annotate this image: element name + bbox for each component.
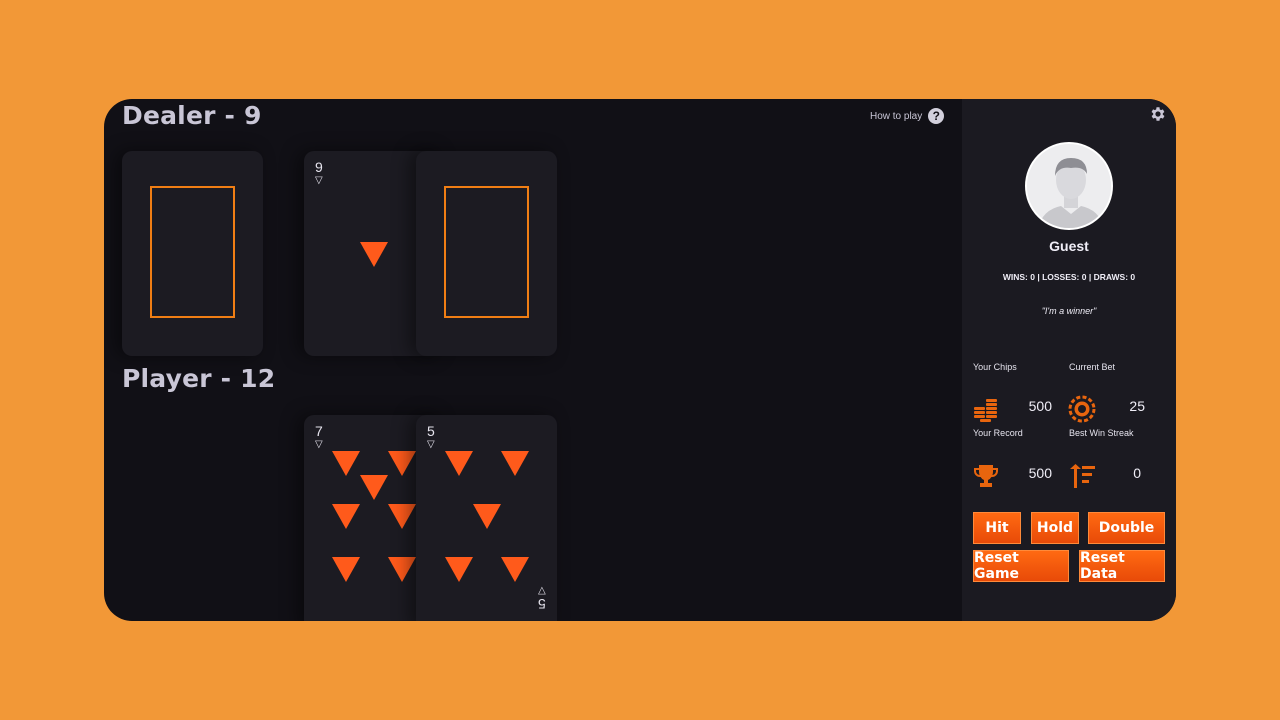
suit-icon: ▽ <box>427 439 435 450</box>
pip-icon <box>501 451 529 476</box>
record-value: 500 <box>1028 465 1052 481</box>
how-to-play-label: How to play <box>870 110 923 122</box>
card-rank: 5 <box>427 423 435 439</box>
player-quote: "I'm a winner" <box>1041 306 1097 316</box>
card-corner-bottom: 5 ▽ <box>538 583 546 612</box>
pip-icon <box>332 557 360 582</box>
win-streak-value: 0 <box>1133 465 1141 481</box>
avatar <box>1025 142 1113 230</box>
card-corner-top: 9 ▽ <box>315 160 323 188</box>
pip-icon <box>445 557 473 582</box>
help-icon: ? <box>928 108 945 124</box>
win-streak-label: Best Win Streak <box>1069 428 1134 438</box>
reset-game-button[interactable]: Reset Game <box>973 550 1069 582</box>
suit-icon: ▽ <box>315 175 323 186</box>
player-title: Player - 12 <box>122 364 276 393</box>
card-rank: 5 <box>538 596 546 612</box>
pip-icon <box>388 451 416 476</box>
pip-icon <box>388 504 416 529</box>
current-bet-value: 25 <box>1129 398 1145 414</box>
hit-button[interactable]: Hit <box>973 512 1021 544</box>
double-button[interactable]: Double <box>1088 512 1165 544</box>
card-table: Dealer - 9 How to play ? 9 ▽ Player - 12… <box>104 99 962 621</box>
player-sidebar: Guest WINS: 0 | LOSSES: 0 | DRAWS: 0 "I'… <box>962 99 1176 621</box>
pip-icon <box>332 504 360 529</box>
pip-icon <box>332 451 360 476</box>
dealer-hidden-card <box>416 151 557 356</box>
pip-icon <box>473 504 501 529</box>
suit-icon: ▽ <box>315 439 323 450</box>
dealer-deck-card-back <box>122 151 263 356</box>
hold-button[interactable]: Hold <box>1031 512 1079 544</box>
pip-icon <box>501 557 529 582</box>
card-back-frame <box>150 186 235 318</box>
chips-value: 500 <box>1028 398 1052 414</box>
reset-data-button[interactable]: Reset Data <box>1079 550 1165 582</box>
trophy-icon <box>974 465 998 487</box>
sort-ascending-icon <box>1070 464 1095 488</box>
card-back-frame <box>444 186 529 318</box>
record-label: Your Record <box>973 428 1023 438</box>
pip-icon <box>388 557 416 582</box>
suit-icon: ▽ <box>538 585 546 596</box>
dealer-title: Dealer - 9 <box>122 101 262 130</box>
chips-stack-icon <box>974 399 997 422</box>
pip-icon <box>360 475 388 500</box>
card-rank: 9 <box>315 159 323 175</box>
pip-icon <box>445 451 473 476</box>
poker-chip-icon <box>1068 395 1096 423</box>
settings-gear-icon[interactable] <box>1149 105 1167 123</box>
pip-icon <box>360 242 388 267</box>
player-name: Guest <box>1049 238 1089 254</box>
chips-label: Your Chips <box>973 362 1017 372</box>
card-rank: 7 <box>315 423 323 439</box>
player-card-five: 5 ▽ 5 ▽ <box>416 415 557 621</box>
card-corner-top: 7 ▽ <box>315 424 323 452</box>
game-window: Dealer - 9 How to play ? 9 ▽ Player - 12… <box>104 99 1176 621</box>
card-corner-top: 5 ▽ <box>427 424 435 452</box>
current-bet-label: Current Bet <box>1069 362 1116 372</box>
user-silhouette-icon <box>1027 144 1111 228</box>
how-to-play-link[interactable]: How to play ? <box>870 108 945 124</box>
win-loss-record: WINS: 0 | LOSSES: 0 | DRAWS: 0 <box>1002 272 1136 282</box>
